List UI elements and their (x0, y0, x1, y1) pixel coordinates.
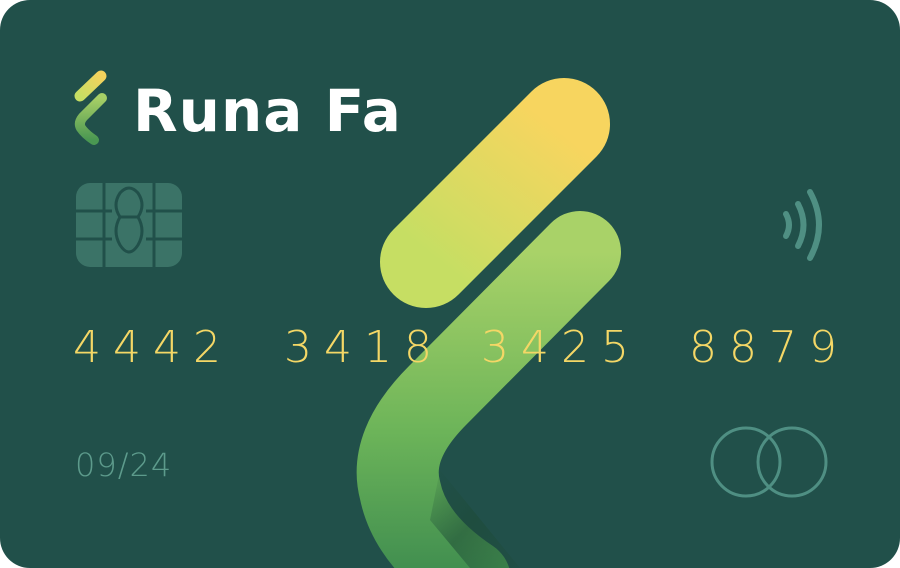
card-number-group-1: 4442 (73, 322, 233, 373)
contactless-icon (783, 189, 822, 261)
brand-name: Runa Fa (133, 77, 402, 145)
card-number-group-4: 8879 (689, 322, 849, 373)
expiry-date: 09/24 (75, 446, 173, 484)
card-network-logo-icon (710, 426, 828, 498)
brand-logo-mark-icon (74, 70, 107, 145)
card-number-group-2: 3418 (284, 322, 444, 373)
card-number: 4442 3418 3425 8879 (73, 318, 837, 378)
card-number-group-3: 3425 (481, 322, 641, 373)
credit-card: Runa Fa 4442 3418 3425 8879 09/24 (0, 0, 900, 568)
emv-chip-icon (76, 183, 182, 267)
